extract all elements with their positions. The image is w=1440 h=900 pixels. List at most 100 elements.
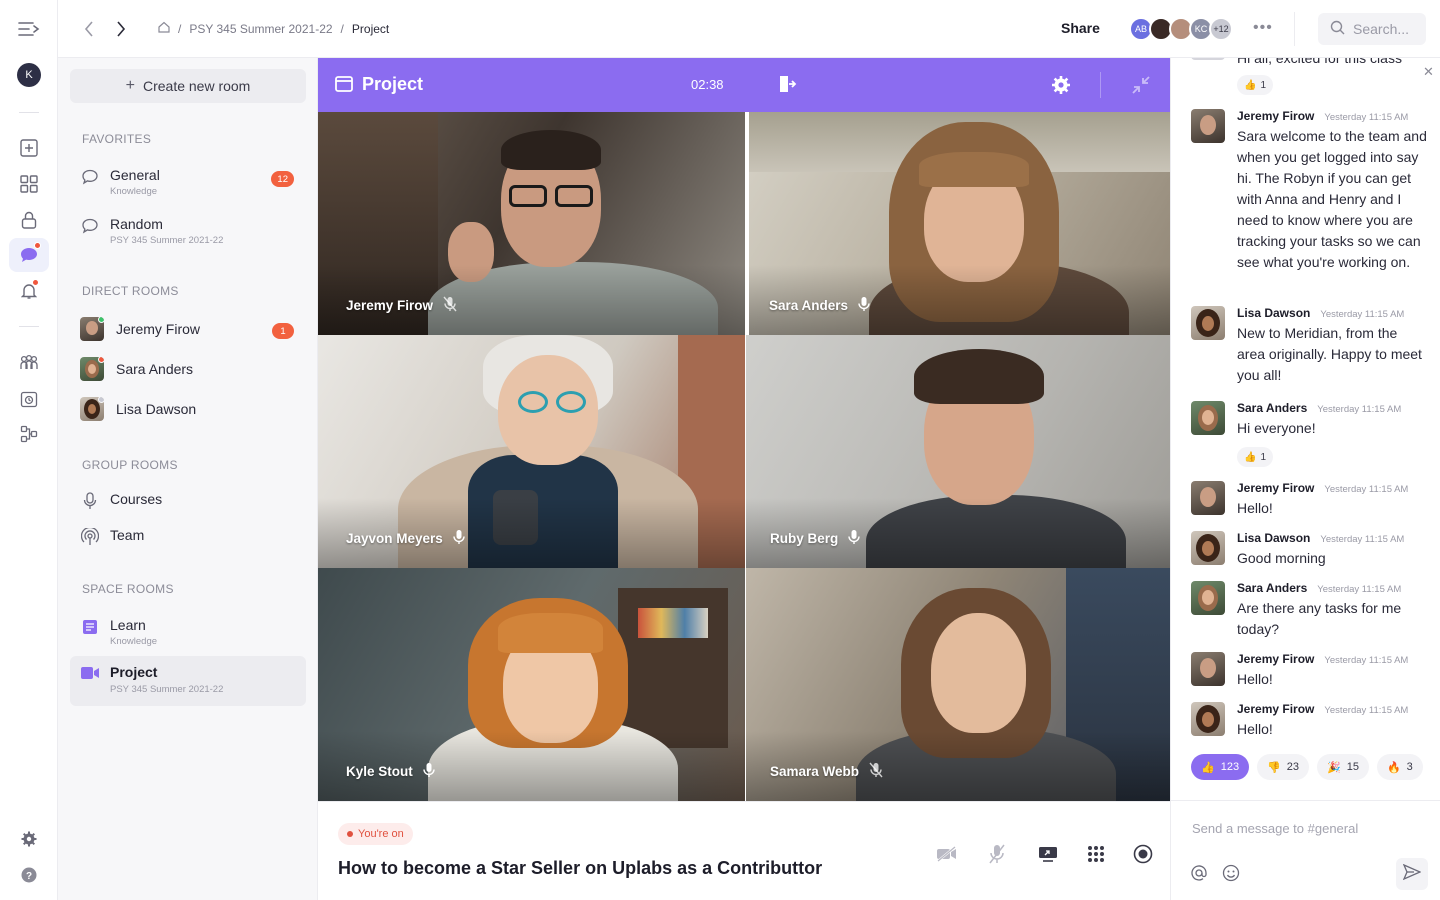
direct-lisa-dawson[interactable]: Lisa Dawson [70, 397, 306, 423]
participant-name: Sara Anders [769, 298, 849, 313]
leave-call-icon[interactable] [777, 74, 797, 99]
message-text: Hello! [1237, 500, 1273, 516]
participant-label: Ruby Berg [770, 529, 860, 548]
thumbs-up-icon: 👍 [1201, 761, 1215, 774]
forward-arrow-icon[interactable] [110, 18, 132, 40]
mention-icon[interactable] [1189, 863, 1209, 883]
flow-icon[interactable] [17, 422, 41, 446]
online-status-dot [98, 317, 104, 323]
video-tile[interactable]: Sara Anders [749, 112, 1170, 335]
video-tile[interactable]: Ruby Berg [746, 335, 1170, 568]
send-button[interactable] [1396, 858, 1428, 890]
grid-icon[interactable] [17, 172, 41, 196]
reaction-chip[interactable]: 👍 1 [1237, 447, 1274, 467]
room-random[interactable]: Random PSY 345 Summer 2021-22 [70, 214, 306, 254]
status-badge: You're on [338, 823, 413, 845]
record-icon[interactable] [1131, 842, 1155, 866]
people-icon[interactable] [17, 351, 41, 375]
message-composer[interactable]: Send a message to #general [1171, 800, 1440, 900]
reaction-party[interactable]: 🎉 15 [1317, 754, 1369, 780]
video-tile[interactable]: Kyle Stout [318, 568, 745, 801]
video-grid: Jeremy Firow Sara Anders Jayvon Meyers R… [318, 112, 1170, 801]
mic-off-icon[interactable] [985, 842, 1009, 866]
video-tile[interactable]: Jeremy Firow [318, 112, 745, 335]
search-input[interactable]: Search... [1318, 13, 1426, 45]
more-options-icon[interactable]: ••• [1253, 19, 1273, 37]
bell-icon[interactable] [17, 279, 41, 303]
screen-share-icon[interactable] [1036, 842, 1060, 866]
direct-jeremy-firow[interactable]: Jeremy Firow 1 [70, 317, 306, 343]
reaction-thumbs-up[interactable]: 👍 123 [1191, 754, 1250, 780]
call-header: Project 02:38 [318, 58, 1170, 112]
message-time: Yesterday 11:15 AM [1317, 584, 1402, 595]
space-project[interactable]: Project PSY 345 Summer 2021-22 [70, 656, 306, 706]
message-text: Hello! [1237, 671, 1273, 687]
mic-icon [848, 529, 860, 548]
minimize-icon[interactable] [1131, 75, 1151, 100]
room-subtitle: PSY 345 Summer 2021-22 [110, 684, 224, 695]
participant-name: Jeremy Firow [346, 298, 434, 313]
group-courses[interactable]: Courses [70, 489, 306, 513]
room-general[interactable]: General Knowledge 12 [70, 165, 306, 205]
mic-icon [423, 762, 435, 781]
mic-icon [858, 296, 870, 315]
reaction-chip[interactable]: 👍 1 [1237, 75, 1274, 95]
party-popper-icon: 🎉 [1327, 761, 1341, 774]
participant-name: Kyle Stout [346, 764, 413, 779]
direct-sara-anders[interactable]: Sara Anders [70, 357, 306, 383]
group-team[interactable]: Team [70, 525, 306, 549]
message-author: Lisa Dawson [1237, 306, 1311, 320]
call-settings-gear-icon[interactable] [1051, 75, 1071, 100]
message-author: Jeremy Firow [1237, 702, 1315, 716]
create-room-button[interactable]: + Create new room [70, 69, 306, 103]
reaction-count: 1 [1260, 79, 1267, 91]
send-icon [1402, 863, 1422, 885]
window-icon [335, 76, 353, 97]
more-members-count[interactable]: +12 [1209, 17, 1233, 41]
space-rooms-heading: SPACE ROOMS [82, 582, 174, 596]
room-name: Learn [110, 617, 146, 633]
menu-collapse-icon[interactable] [17, 17, 41, 41]
search-icon [1330, 20, 1345, 38]
reaction-count: 3 [1406, 761, 1413, 773]
message-time: Yesterday 11:15 AM [1324, 484, 1409, 495]
back-arrow-icon[interactable] [78, 18, 100, 40]
breadcrumb-parent[interactable]: PSY 345 Summer 2021-22 [189, 22, 332, 36]
reaction-fire[interactable]: 🔥 3 [1376, 754, 1423, 780]
favorites-heading: FAVORITES [82, 132, 152, 146]
camera-off-icon[interactable] [935, 842, 959, 866]
chat-bubble-icon [80, 216, 100, 236]
reaction-thumbs-down[interactable]: 👎 23 [1257, 754, 1310, 780]
message-time: Yesterday 11:15 AM [1324, 112, 1409, 123]
calendar-clock-icon[interactable] [17, 387, 41, 411]
avatar [80, 317, 104, 341]
participant-name: Samara Webb [770, 764, 860, 779]
plus-icon: + [125, 77, 135, 94]
call-header-divider [1100, 72, 1101, 98]
topbar-divider [1294, 12, 1295, 46]
create-room-label: Create new room [142, 78, 251, 94]
chat-icon[interactable] [17, 242, 41, 267]
settings-gear-icon[interactable] [17, 827, 41, 851]
home-icon[interactable] [158, 21, 170, 36]
user-avatar[interactable]: K [17, 63, 41, 87]
lock-icon[interactable] [17, 208, 41, 232]
chat-panel: ✕ Hi all, excited for this class 👍 1 Jer… [1170, 58, 1440, 900]
video-tile[interactable]: Samara Webb [746, 568, 1170, 801]
participant-label: Jayvon Meyers [346, 529, 465, 548]
avatar [1191, 401, 1225, 435]
room-subtitle: PSY 345 Summer 2021-22 [110, 235, 224, 246]
share-button[interactable]: Share [1061, 20, 1100, 36]
message-author: Jeremy Firow [1237, 652, 1315, 666]
room-name: General [110, 167, 160, 183]
help-icon[interactable]: ? [17, 863, 41, 887]
add-icon[interactable] [17, 136, 41, 160]
emoji-icon[interactable] [1221, 863, 1241, 883]
room-name: Random [110, 216, 163, 232]
message-text: Sara welcome to the team and when you ge… [1237, 128, 1427, 270]
message-input-placeholder[interactable]: Send a message to #general [1192, 821, 1358, 836]
close-icon[interactable]: ✕ [1423, 64, 1434, 80]
apps-grid-icon[interactable] [1084, 842, 1108, 866]
space-learn[interactable]: Learn Knowledge [70, 615, 306, 655]
video-tile[interactable]: Jayvon Meyers [318, 335, 745, 568]
